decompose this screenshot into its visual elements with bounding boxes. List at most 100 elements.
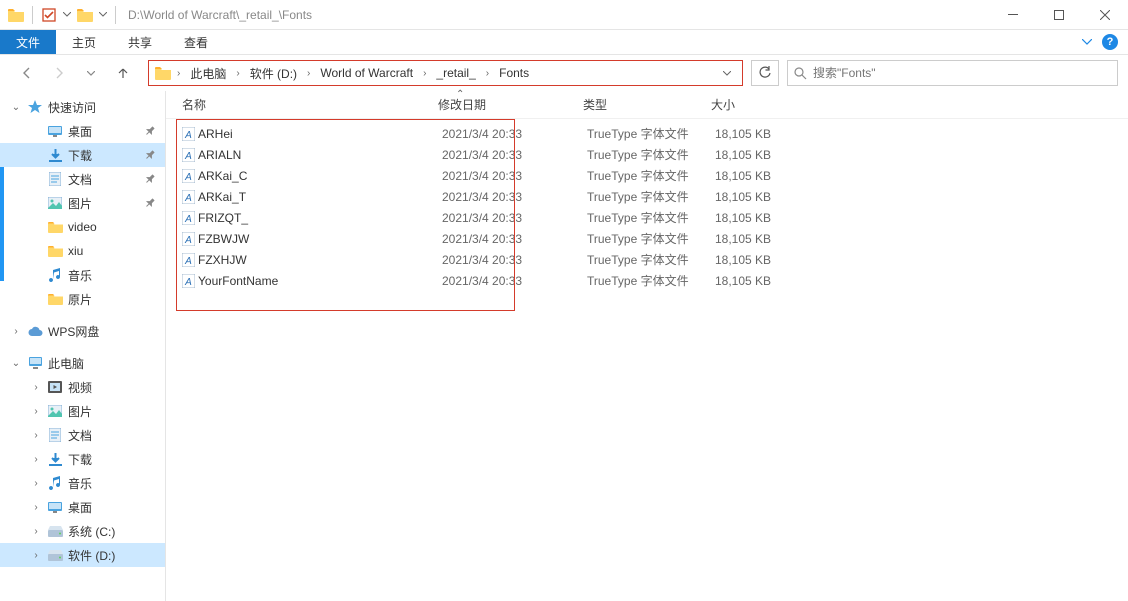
cloud-icon xyxy=(26,326,44,337)
chevron-right-icon[interactable]: › xyxy=(10,326,22,337)
sidebar-item[interactable]: 下载 xyxy=(0,143,165,167)
sidebar-item[interactable]: 原片 xyxy=(0,287,165,311)
file-size: 18,105 KB xyxy=(715,274,815,288)
file-type: TrueType 字体文件 xyxy=(587,188,715,205)
file-type: TrueType 字体文件 xyxy=(587,146,715,163)
file-type: TrueType 字体文件 xyxy=(587,251,715,268)
sidebar-label: WPS网盘 xyxy=(48,323,99,340)
chevron-right-icon[interactable]: › xyxy=(175,68,182,79)
sidebar-item[interactable]: 图片 xyxy=(0,191,165,215)
column-size[interactable]: 大小 xyxy=(711,96,811,113)
sidebar-item[interactable]: › 视频 xyxy=(0,375,165,399)
close-button[interactable] xyxy=(1082,0,1128,30)
download-icon xyxy=(46,149,64,162)
dropdown-icon[interactable] xyxy=(61,5,73,25)
chevron-right-icon[interactable]: › xyxy=(30,454,42,465)
sidebar-item[interactable]: ›下载 xyxy=(0,447,165,471)
tab-view[interactable]: 查看 xyxy=(168,30,224,54)
chevron-right-icon[interactable]: › xyxy=(30,430,42,441)
chevron-right-icon[interactable]: › xyxy=(421,68,428,79)
sidebar-item[interactable]: ›图片 xyxy=(0,399,165,423)
chevron-down-icon[interactable]: ⌄ xyxy=(10,102,22,113)
sidebar-item[interactable]: ›系统 (C:) xyxy=(0,519,165,543)
sidebar-item[interactable]: 文档 xyxy=(0,167,165,191)
help-icon[interactable]: ? xyxy=(1102,34,1118,50)
chevron-right-icon[interactable]: › xyxy=(30,526,42,537)
file-size: 18,105 KB xyxy=(715,148,815,162)
file-area: ⌃ 名称 修改日期 类型 大小 AARHei2021/3/4 20:33True… xyxy=(166,91,1128,601)
forward-button[interactable] xyxy=(50,64,68,82)
sidebar-thispc[interactable]: ⌄ 此电脑 xyxy=(0,351,165,375)
drive-icon xyxy=(46,550,64,561)
back-button[interactable] xyxy=(18,64,36,82)
file-size: 18,105 KB xyxy=(715,190,815,204)
column-name[interactable]: 名称 xyxy=(178,96,438,113)
sidebar-item[interactable]: video xyxy=(0,215,165,239)
breadcrumb-item[interactable]: World of Warcraft xyxy=(314,61,419,85)
sidebar-item[interactable]: ›文档 xyxy=(0,423,165,447)
sidebar-item-label: 视频 xyxy=(68,379,92,396)
recent-dropdown[interactable] xyxy=(82,64,100,82)
nav-arrows xyxy=(10,64,140,82)
breadcrumb-item[interactable]: 软件 (D:) xyxy=(244,61,303,85)
tab-home[interactable]: 主页 xyxy=(56,30,112,54)
file-type: TrueType 字体文件 xyxy=(587,125,715,142)
address-dropdown[interactable] xyxy=(716,71,738,76)
main-area: ⌄ 快速访问 桌面下载文档图片videoxiu音乐原片 › WPS网盘 ⌄ 此电… xyxy=(0,91,1128,601)
folder-icon xyxy=(46,221,64,233)
sidebar-item-label: 图片 xyxy=(68,195,92,212)
chevron-right-icon[interactable]: › xyxy=(30,406,42,417)
sidebar-item-label: 下载 xyxy=(68,147,92,164)
sidebar-wps[interactable]: › WPS网盘 xyxy=(0,319,165,343)
tab-file[interactable]: 文件 xyxy=(0,30,56,54)
chevron-right-icon[interactable]: › xyxy=(30,550,42,561)
sidebar-item[interactable]: 音乐 xyxy=(0,263,165,287)
breadcrumb-item[interactable]: Fonts xyxy=(493,61,535,85)
maximize-button[interactable] xyxy=(1036,0,1082,30)
pin-icon xyxy=(143,172,157,186)
chevron-down-icon[interactable]: ⌄ xyxy=(10,358,22,369)
music-icon xyxy=(46,476,64,490)
window-title: D:\World of Warcraft\_retail_\Fonts xyxy=(128,8,312,22)
download-icon xyxy=(46,453,64,466)
address-bar[interactable]: › 此电脑 › 软件 (D:) › World of Warcraft › _r… xyxy=(148,60,743,86)
search-input[interactable] xyxy=(813,66,1111,80)
chevron-down-icon[interactable] xyxy=(1082,39,1092,45)
checkbox-icon[interactable] xyxy=(39,5,59,25)
folder-icon xyxy=(46,293,64,305)
sidebar-item[interactable]: ›软件 (D:) xyxy=(0,543,165,567)
up-button[interactable] xyxy=(114,64,132,82)
sidebar-item[interactable]: ›桌面 xyxy=(0,495,165,519)
quick-access-toolbar xyxy=(6,5,120,25)
chevron-right-icon[interactable]: › xyxy=(234,68,241,79)
sidebar-label: 快速访问 xyxy=(48,99,96,116)
file-size: 18,105 KB xyxy=(715,169,815,183)
refresh-button[interactable] xyxy=(751,60,779,86)
file-type: TrueType 字体文件 xyxy=(587,272,715,289)
column-type[interactable]: 类型 xyxy=(583,96,711,113)
star-icon xyxy=(26,100,44,114)
sidebar-item[interactable]: › 音乐 xyxy=(0,471,165,495)
minimize-button[interactable] xyxy=(990,0,1036,30)
chevron-right-icon[interactable]: › xyxy=(30,478,42,489)
breadcrumb-item[interactable]: 此电脑 xyxy=(184,61,232,85)
sidebar-item-label: 音乐 xyxy=(68,475,92,492)
file-size: 18,105 KB xyxy=(715,232,815,246)
chevron-right-icon[interactable]: › xyxy=(305,68,312,79)
titlebar: D:\World of Warcraft\_retail_\Fonts xyxy=(0,0,1128,30)
computer-icon xyxy=(26,357,44,369)
chevron-right-icon[interactable]: › xyxy=(30,382,42,393)
tab-share[interactable]: 共享 xyxy=(112,30,168,54)
sidebar-quickaccess[interactable]: ⌄ 快速访问 xyxy=(0,95,165,119)
dropdown-icon[interactable] xyxy=(97,5,109,25)
breadcrumb-item[interactable]: _retail_ xyxy=(430,61,481,85)
window-controls xyxy=(990,0,1128,30)
chevron-right-icon[interactable]: › xyxy=(30,502,42,513)
chevron-right-icon[interactable]: › xyxy=(484,68,491,79)
search-box[interactable] xyxy=(787,60,1118,86)
sidebar-item[interactable]: xiu xyxy=(0,239,165,263)
folder-icon xyxy=(6,5,26,25)
video-icon xyxy=(46,381,64,393)
sidebar-item[interactable]: 桌面 xyxy=(0,119,165,143)
ribbon-tabs: 文件 主页 共享 查看 ? xyxy=(0,30,1128,55)
